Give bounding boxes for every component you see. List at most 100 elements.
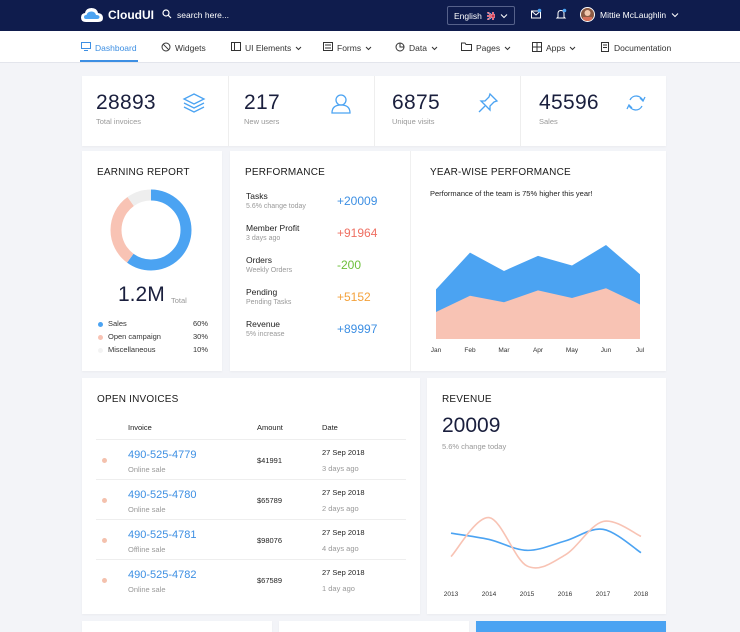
invoice-link[interactable]: 490-525-4782 [128, 569, 197, 581]
perf-value: +5152 [337, 290, 371, 304]
nav-pages[interactable]: Pages [461, 42, 511, 53]
perf-value: +89997 [337, 322, 378, 336]
column-header-amount: Amount [257, 423, 283, 432]
uk-flag-icon [486, 11, 495, 20]
status-dot [102, 578, 107, 583]
perf-value: +91964 [337, 226, 378, 240]
brand-logo[interactable]: CloudUI [80, 6, 154, 24]
revenue-sub: 5.6% change today [442, 442, 507, 451]
perf-value: -200 [337, 258, 362, 272]
invoice-link[interactable]: 490-525-4780 [128, 489, 197, 501]
x-tick-label: 2018 [634, 591, 649, 598]
search-icon [162, 9, 172, 21]
invoice-link[interactable]: 490-525-4781 [128, 529, 197, 541]
bell-icon[interactable] [555, 8, 567, 22]
yearwise-subtitle: Performance of the team is 75% higher th… [430, 189, 593, 198]
chevron-down-icon [569, 43, 576, 53]
card-title: REVENUE [442, 394, 492, 405]
table-row[interactable]: 490-525-4782 Online sale $67589 27 Sep 2… [96, 559, 406, 599]
layers-icon [182, 92, 206, 116]
x-tick-label: 2013 [444, 591, 459, 598]
open-invoices-card: OPEN INVOICES Invoice Amount Date 490-52… [82, 378, 420, 614]
stat-value: 217 [244, 91, 280, 114]
revenue-value: 20009 [442, 414, 501, 437]
earning-report-card: EARNING REPORT 1.2M Total Sales 60% Open … [82, 151, 222, 371]
perf-row-member-profit: Member Profit 3 days ago +91964 [246, 223, 378, 242]
perf-row-pending: Pending Pending Tasks +5152 [246, 287, 371, 306]
table-row[interactable]: 490-525-4780 Online sale $65789 27 Sep 2… [96, 479, 406, 519]
nav-ui-elements[interactable]: UI Elements [231, 42, 302, 53]
x-tick-label: 2015 [520, 591, 535, 598]
legend-dot [98, 334, 103, 340]
stat-value: 6875 [392, 91, 440, 114]
language-label: English [454, 10, 482, 21]
stat-new-users: 217 New users [244, 91, 280, 126]
widget-icon [161, 42, 171, 54]
x-tick-label: Mar [498, 347, 510, 354]
divider [410, 151, 411, 371]
status-dot [102, 538, 107, 543]
chevron-down-icon [431, 43, 438, 53]
search-box[interactable]: search here... [162, 9, 229, 21]
stat-label: Total invoices [96, 117, 142, 126]
revenue-line-chart: 2013 2014 2015 2016 2017 2018 [444, 516, 649, 598]
earning-total: 1.2M [118, 283, 165, 306]
status-dot [102, 498, 107, 503]
earning-total-label: Total [171, 296, 187, 305]
stat-label: Sales [539, 117, 558, 126]
x-tick-label: Apr [533, 347, 544, 354]
top-bar: CloudUI search here... English Mittie Mc… [0, 0, 740, 31]
search-input[interactable]: search here... [177, 10, 229, 20]
x-tick-label: 2014 [482, 591, 497, 598]
column-header-invoice: Invoice [128, 423, 152, 432]
bottom-card-accent [476, 621, 666, 632]
main-nav: Dashboard Widgets UI Elements Forms Data… [0, 31, 740, 63]
performance-card: PERFORMANCE Tasks 5.6% change today +200… [230, 151, 666, 371]
stat-sales: 45596 Sales [539, 91, 599, 126]
card-title: PERFORMANCE [245, 167, 325, 178]
monitor-icon [81, 42, 91, 53]
legend-item: Miscellaneous 10% [98, 345, 208, 354]
x-tick-label: 2017 [596, 591, 611, 598]
active-tab-indicator [80, 60, 138, 62]
divider [374, 76, 375, 146]
data-icon [395, 42, 405, 54]
folder-icon [461, 42, 472, 53]
bottom-card [279, 621, 469, 632]
line-series-1 [450, 528, 642, 554]
x-tick-label: 2016 [558, 591, 573, 598]
yearwise-area-chart: Jan Feb Mar Apr May Jun Jul [431, 245, 645, 354]
user-menu[interactable]: Mittie McLaughlin [580, 7, 679, 22]
nav-dashboard[interactable]: Dashboard [81, 42, 137, 53]
language-select[interactable]: English [447, 6, 515, 25]
invoice-link[interactable]: 490-525-4779 [128, 449, 197, 461]
apps-icon [532, 42, 542, 54]
legend-dot [98, 321, 103, 327]
stat-label: Unique visits [392, 117, 435, 126]
stat-value: 45596 [539, 91, 599, 114]
mail-icon[interactable] [530, 8, 542, 22]
perf-value: +20009 [337, 194, 378, 208]
legend-item: Sales 60% [98, 319, 208, 328]
nav-forms[interactable]: Forms [323, 42, 372, 53]
legend-dot [98, 347, 103, 353]
nav-documentation[interactable]: Documentation [600, 42, 671, 54]
line-series-2 [450, 516, 642, 569]
table-row[interactable]: 490-525-4781 Offline sale $98076 27 Sep … [96, 519, 406, 559]
nav-widgets[interactable]: Widgets [161, 42, 206, 54]
table-row[interactable]: 490-525-4779 Online sale $41991 27 Sep 2… [96, 439, 406, 479]
stat-total-invoices: 28893 Total invoices [96, 91, 156, 126]
chevron-down-icon [295, 43, 302, 53]
nav-data[interactable]: Data [395, 42, 438, 54]
cloud-logo-icon [80, 6, 104, 24]
card-title: YEAR-WISE PERFORMANCE [430, 167, 571, 178]
divider [520, 76, 521, 146]
earning-donut-chart [110, 189, 192, 271]
chevron-down-icon [504, 43, 511, 53]
chevron-down-icon [365, 43, 372, 53]
column-header-date: Date [322, 423, 338, 432]
x-tick-label: Jan [431, 347, 442, 354]
nav-apps[interactable]: Apps [532, 42, 576, 54]
perf-row-revenue: Revenue 5% increase +89997 [246, 319, 378, 338]
user-name: Mittie McLaughlin [600, 9, 667, 20]
